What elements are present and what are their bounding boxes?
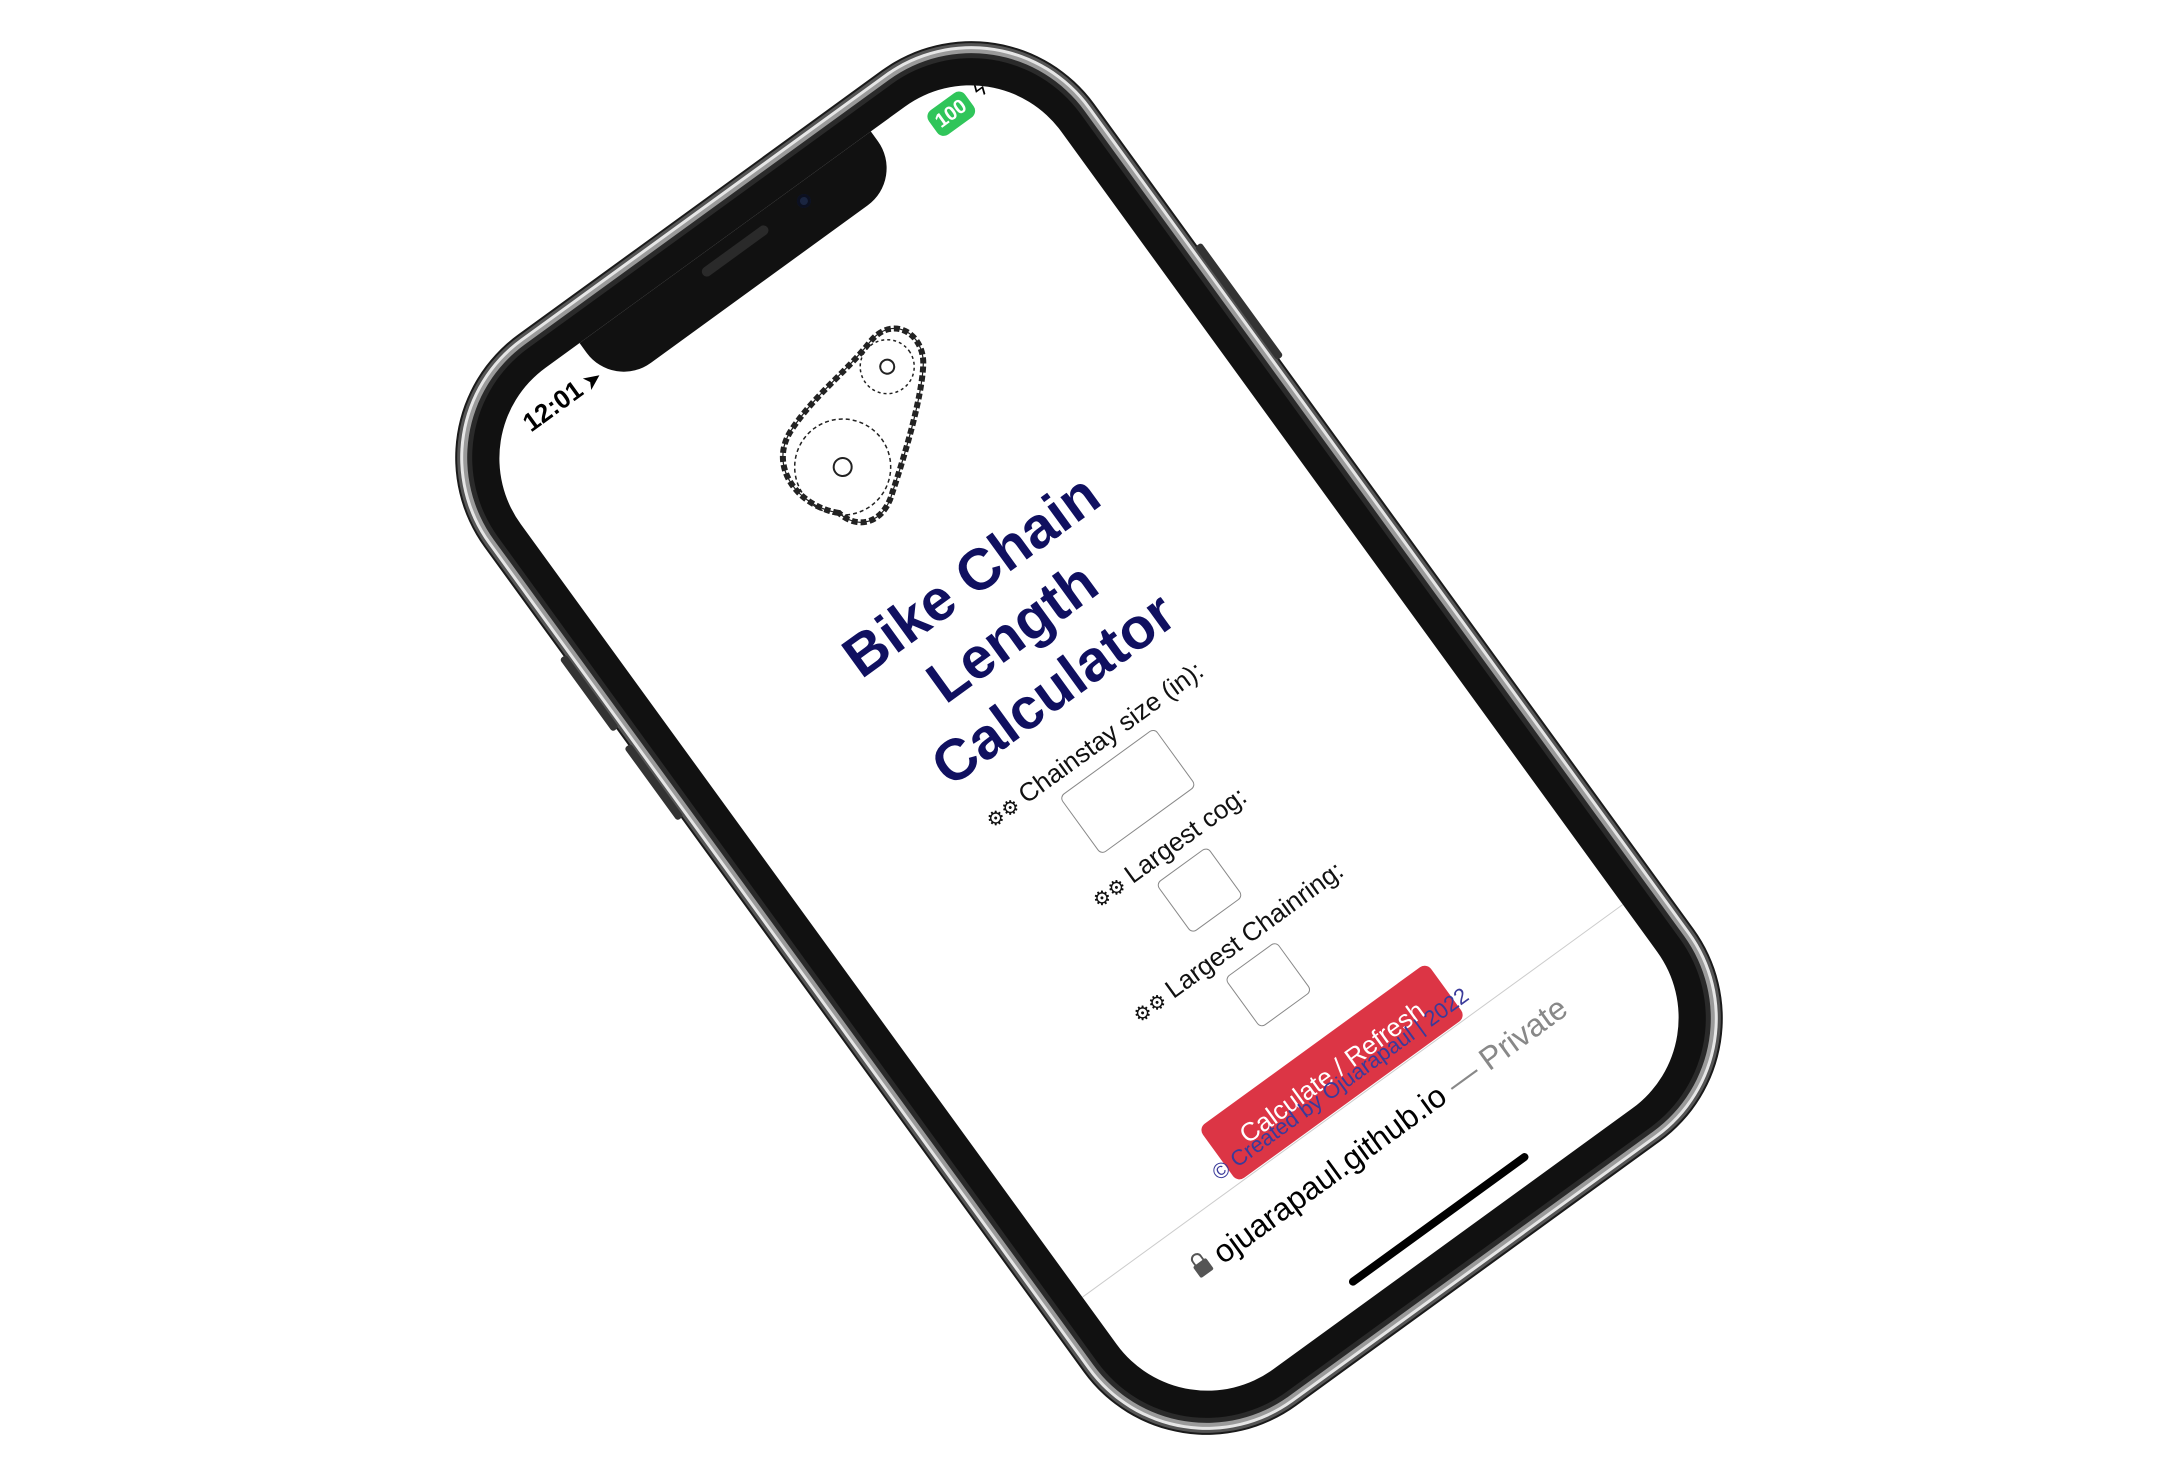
private-mode-label: Private: [1472, 989, 1574, 1078]
gear-icon: ⚙⚙: [1129, 989, 1172, 1028]
status-time-text: 12:01: [516, 374, 589, 438]
gear-icon: ⚙⚙: [1088, 874, 1131, 913]
stage: 12:01➤ 100 ϟ Bike Chain Length Calculato…: [0, 0, 2166, 1482]
lock-icon: [1192, 1257, 1214, 1279]
phone-mockup: 12:01➤ 100 ϟ Bike Chain Length Calculato…: [418, 4, 1760, 1472]
battery-icon: 100: [923, 88, 979, 140]
front-camera-icon: [794, 191, 814, 211]
gear-icon: ⚙⚙: [982, 794, 1025, 834]
